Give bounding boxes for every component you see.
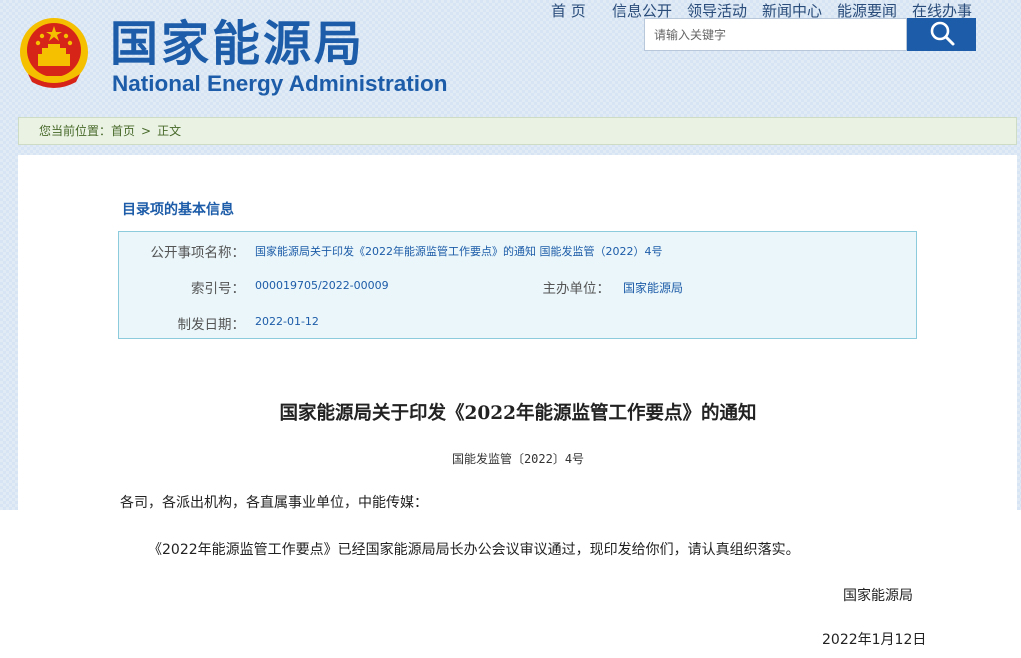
breadcrumb-prefix: 您当前位置： <box>39 124 112 138</box>
info-date-value: 2022-01-12 <box>255 315 319 328</box>
document-date: 2022年1月12日 <box>822 632 927 648</box>
document-signer: 国家能源局 <box>843 588 913 604</box>
breadcrumb-current: 正文 <box>157 124 182 138</box>
nav-leadership[interactable]: 领导活动 <box>687 0 747 21</box>
breadcrumb: 您当前位置：首页 > 正文 <box>18 117 1017 145</box>
info-index-value: 000019705/2022-00009 <box>255 279 389 292</box>
info-name-value: 国家能源局关于印发《2022年能源监管工作要点》的通知 国能发监管（2022）4… <box>255 245 663 258</box>
document-body: 《2022年能源监管工作要点》已经国家能源局局长办公会议审议通过，现印发给你们，… <box>148 542 800 558</box>
site-title-cn: 国家能源局 <box>110 16 366 72</box>
info-date-label: 制发日期： <box>177 317 246 333</box>
nav-home[interactable]: 首 页 <box>551 0 586 21</box>
document-salutation: 各司，各派出机构，各直属事业单位，中能传媒： <box>120 495 428 511</box>
nav-info-disclosure[interactable]: 信息公开 <box>612 0 672 21</box>
breadcrumb-home-link[interactable]: 首页 <box>111 124 135 138</box>
document-title: 国家能源局关于印发《2022年能源监管工作要点》的通知 <box>279 403 757 424</box>
nav-online-services[interactable]: 在线办事 <box>912 0 972 21</box>
info-name-label: 公开事项名称： <box>150 245 246 261</box>
search-button[interactable] <box>907 18 976 51</box>
document-number: 国能发监管〔2022〕4号 <box>451 452 585 466</box>
info-org-label: 主办单位： <box>542 281 611 297</box>
breadcrumb-separator: > <box>141 124 152 138</box>
site-title-en: National Energy Administration <box>112 71 448 96</box>
info-section-title: 目录项的基本信息 <box>122 202 234 218</box>
search-icon <box>928 19 956 50</box>
info-index-label: 索引号： <box>191 281 245 297</box>
info-org-value: 国家能源局 <box>623 281 684 295</box>
nav-news[interactable]: 新闻中心 <box>762 0 822 21</box>
national-emblem-icon <box>18 16 90 92</box>
nav-energy-news[interactable]: 能源要闻 <box>837 0 897 21</box>
search-input[interactable] <box>644 18 907 51</box>
